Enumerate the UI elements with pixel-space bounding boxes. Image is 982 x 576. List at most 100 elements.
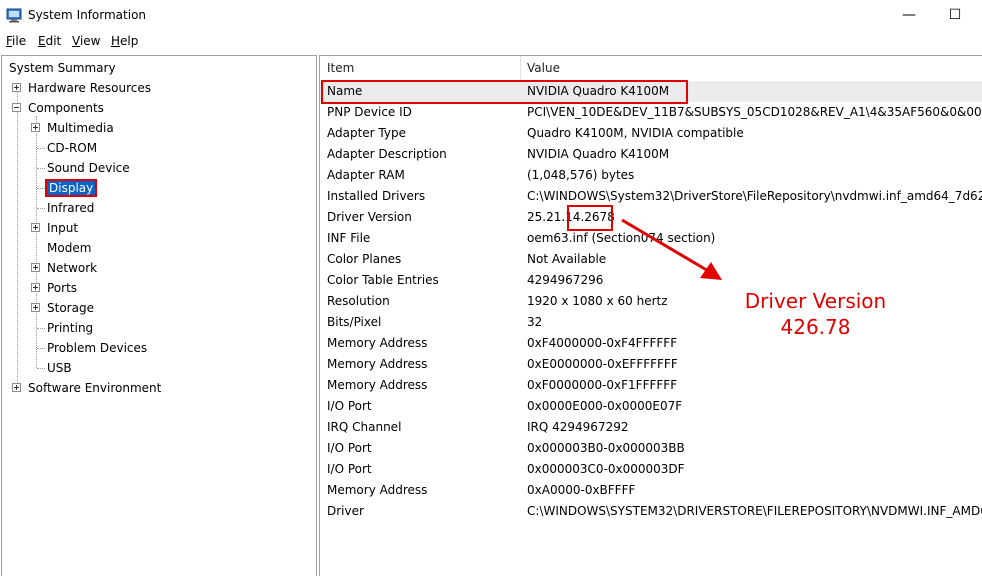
cell-item: I/O Port [327, 462, 372, 476]
table-row[interactable]: IRQ Channel IRQ 4294967292 [320, 417, 982, 438]
cell-value: C:\WINDOWS\System32\DriverStore\FileRepo… [527, 189, 982, 203]
window-title: System Information [28, 8, 147, 22]
maximize-button[interactable]: ☐ [932, 0, 978, 31]
cell-value: Not Available [527, 252, 607, 266]
expand-icon[interactable] [31, 123, 40, 132]
cell-item: I/O Port [327, 399, 372, 413]
tree-item-storage[interactable]: Storage [31, 298, 94, 318]
cell-item: I/O Port [327, 441, 372, 455]
expand-icon[interactable] [31, 263, 40, 272]
expand-icon[interactable] [31, 283, 40, 292]
table-row[interactable]: Memory Address 0xE0000000-0xEFFFFFFF [320, 354, 982, 375]
cell-item: Memory Address [327, 336, 428, 350]
cell-item: Color Table Entries [327, 273, 439, 287]
tree-item-components[interactable]: Components [12, 98, 104, 118]
menu-file[interactable]: File [6, 34, 26, 48]
tree-item-sound-device[interactable]: Sound Device [47, 158, 130, 178]
cell-value: IRQ 4294967292 [527, 420, 629, 434]
maximize-icon: ☐ [948, 7, 962, 23]
table-row[interactable]: Memory Address 0xA0000-0xBFFFF [320, 480, 982, 501]
cell-item: Resolution [327, 294, 390, 308]
cell-value: 0xE0000000-0xEFFFFFFF [527, 357, 678, 371]
expand-icon[interactable] [12, 383, 21, 392]
cell-item: Driver [327, 504, 364, 518]
annotation-arrow [621, 218, 722, 280]
tree-connector [37, 168, 45, 169]
tree-item-network[interactable]: Network [31, 258, 97, 278]
cell-item: Memory Address [327, 378, 428, 392]
tree-connector [37, 348, 45, 349]
table-row[interactable]: PNP Device ID PCI\VEN_10DE&DEV_11B7&SUBSY… [320, 102, 982, 123]
tree-item-display[interactable]: Display [44, 178, 98, 198]
table-row[interactable]: I/O Port 0x000003C0-0x000003DF [320, 459, 982, 480]
tree-item-problem-devices[interactable]: Problem Devices [47, 338, 147, 358]
tree-item-cd-rom[interactable]: CD-ROM [47, 138, 97, 158]
cell-value: 0xA0000-0xBFFFF [527, 483, 636, 497]
cell-value: NVIDIA Quadro K4100M [527, 147, 670, 161]
cell-value: 0xF0000000-0xF1FFFFFF [527, 378, 678, 392]
menu-help[interactable]: Help [111, 34, 138, 48]
tree-item-infrared[interactable]: Infrared [47, 198, 94, 218]
tree-connector [37, 148, 45, 149]
cell-item: Driver Version [327, 210, 412, 224]
cell-item: Installed Drivers [327, 189, 426, 203]
cell-item: Adapter RAM [327, 168, 405, 182]
tree-item-input[interactable]: Input [31, 218, 78, 238]
category-tree[interactable]: System Summary Hardware Resources Compon… [1, 55, 317, 576]
system-information-icon [6, 8, 22, 23]
title-bar: System Information — ☐ [0, 0, 982, 31]
collapse-icon[interactable] [12, 103, 21, 112]
cell-item: PNP Device ID [327, 105, 412, 119]
cell-value: 32 [527, 315, 543, 329]
expand-icon[interactable] [31, 223, 40, 232]
tree-item-ports[interactable]: Ports [31, 278, 77, 298]
cell-item: INF File [327, 231, 371, 245]
tree-connector [37, 208, 45, 209]
tree-item-modem[interactable]: Modem [47, 238, 91, 258]
cell-item: Bits/Pixel [327, 315, 382, 329]
tree-connector [17, 83, 18, 389]
tree-item-software-environment[interactable]: Software Environment [12, 378, 161, 398]
table-row[interactable]: Driver C:\WINDOWS\SYSTEM32\DRIVERSTORE\FI… [320, 501, 982, 522]
menu-edit[interactable]: Edit [38, 34, 61, 48]
table-row[interactable]: Memory Address 0xF0000000-0xF1FFFFFF [320, 375, 982, 396]
table-row[interactable]: I/O Port 0x0000E000-0x0000E07F [320, 396, 982, 417]
cell-value: 0x000003B0-0x000003BB [527, 441, 685, 455]
cell-item: Memory Address [327, 483, 428, 497]
cell-value: Quadro K4100M, NVIDIA compatible [527, 126, 744, 140]
tree-item-multimedia[interactable]: Multimedia [31, 118, 114, 138]
column-header-value[interactable]: Value [527, 56, 560, 80]
table-row[interactable]: Adapter Description NVIDIA Quadro K4100M [320, 144, 982, 165]
cell-item: Adapter Description [327, 147, 447, 161]
tree-connector [36, 116, 37, 368]
cell-value: 4294967296 [527, 273, 604, 287]
tree-item-system-summary[interactable]: System Summary [9, 58, 116, 78]
minimize-button[interactable]: — [886, 0, 932, 31]
minimize-icon: — [902, 7, 916, 23]
selected-tree-label: Display [44, 179, 98, 197]
expand-icon[interactable] [31, 303, 40, 312]
table-row[interactable]: I/O Port 0x000003B0-0x000003BB [320, 438, 982, 459]
column-header-item[interactable]: Item [327, 56, 354, 80]
cell-item: Memory Address [327, 357, 428, 371]
cell-item: Color Planes [327, 252, 402, 266]
cell-value: (1,048,576) bytes [527, 168, 635, 182]
cell-value: 0xF4000000-0xF4FFFFFF [527, 336, 678, 350]
table-row[interactable]: Adapter Type Quadro K4100M, NVIDIA compat… [320, 123, 982, 144]
name-row-highlight [321, 80, 688, 104]
menu-view[interactable]: View [72, 34, 100, 48]
tree-connector [37, 328, 45, 329]
driver-version-annotation: Driver Version 426.78 [744, 289, 887, 339]
table-row[interactable]: Adapter RAM (1,048,576) bytes [320, 165, 982, 186]
expand-icon[interactable] [12, 83, 21, 92]
menu-bar: File Edit View Help [0, 31, 982, 51]
cell-value: 1920 x 1080 x 60 hertz [527, 294, 668, 308]
tree-connector [37, 368, 45, 369]
tree-item-usb[interactable]: USB [47, 358, 72, 378]
cell-item: IRQ Channel [327, 420, 402, 434]
table-row[interactable]: Installed Drivers C:\WINDOWS\System32\Dri… [320, 186, 982, 207]
column-divider[interactable] [520, 56, 521, 80]
cell-value: C:\WINDOWS\SYSTEM32\DRIVERSTORE\FILEREPO… [527, 504, 982, 518]
tree-item-printing[interactable]: Printing [47, 318, 93, 338]
tree-item-hardware-resources[interactable]: Hardware Resources [12, 78, 151, 98]
